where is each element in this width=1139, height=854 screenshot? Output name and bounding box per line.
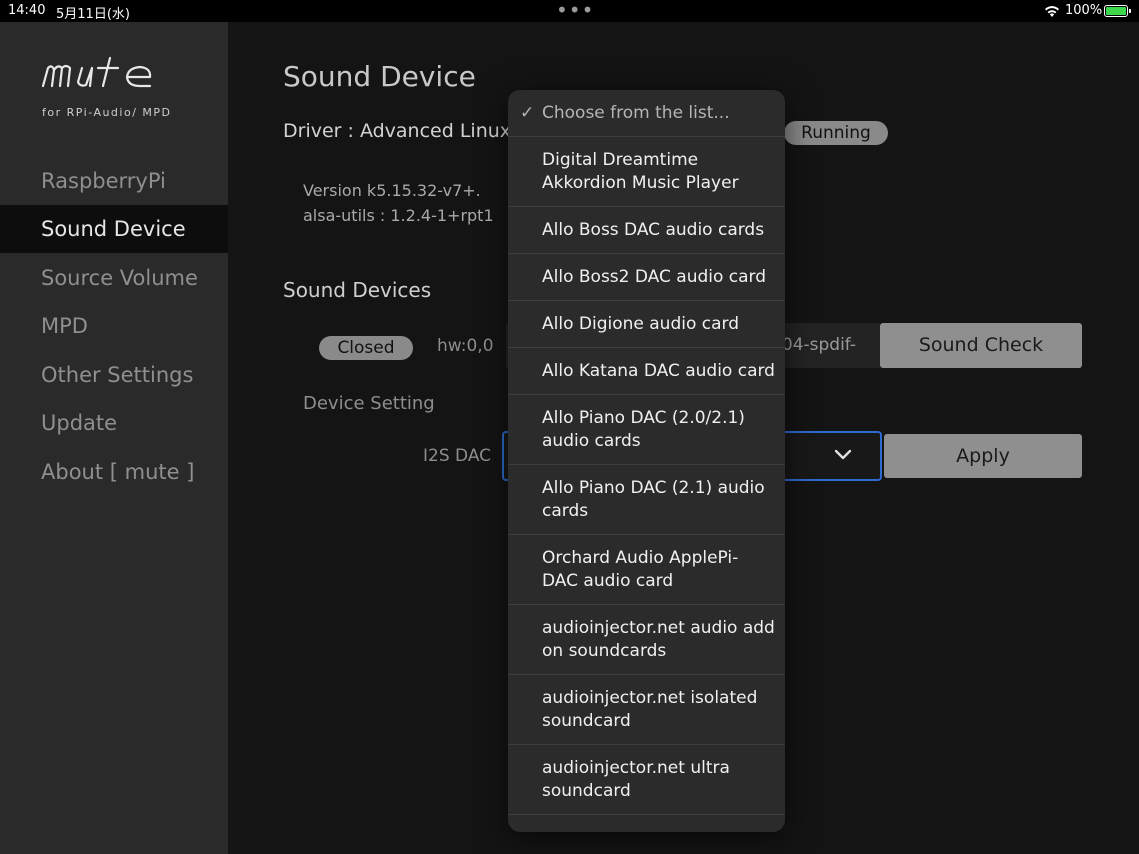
option-label: on soundcards: [542, 640, 667, 661]
option-label: DAC audio card: [542, 570, 674, 591]
status-date: 5月11日(水): [56, 7, 130, 22]
sound-devices-heading: Sound Devices: [283, 278, 432, 302]
sidebar-item-mpd[interactable]: MPD: [0, 302, 228, 350]
i2s-dac-label: I2S DAC: [423, 446, 492, 466]
option-label: Orchard Audio ApplePi-: [542, 547, 739, 568]
dropdown-option[interactable]: audioinjector.net ultra soundcard: [508, 745, 785, 815]
version-line: Version k5.15.32-v7+.: [303, 181, 481, 200]
dropdown-option[interactable]: Allo Katana DAC audio card: [508, 348, 785, 395]
page-title: Sound Device: [283, 60, 476, 93]
closed-status-badge: Closed: [319, 336, 413, 360]
option-label: audioinjector.net isolated: [542, 687, 758, 708]
dropdown-option[interactable]: audioinjector.net isolated soundcard: [508, 675, 785, 745]
version-info: Version k5.15.32-v7+. alsa-utils : 1.2.4…: [303, 178, 494, 228]
sidebar-item-update[interactable]: Update: [0, 399, 228, 447]
sound-check-button[interactable]: Sound Check: [880, 323, 1082, 368]
status-bar: 14:40 5月11日(水) ••• 100%: [0, 0, 1139, 22]
dropdown-option[interactable]: Allo Boss2 DAC audio card: [508, 254, 785, 301]
dropdown-option[interactable]: Orchard Audio ApplePi- DAC audio card: [508, 535, 785, 605]
option-label: audio cards: [542, 430, 641, 451]
sidebar-item-about[interactable]: About [ mute ]: [0, 448, 228, 496]
dropdown-option[interactable]: Allo Boss DAC audio cards: [508, 207, 785, 254]
dac-dropdown-list: ✓ Choose from the list... Digital Dreamt…: [508, 90, 785, 832]
multitasking-dots[interactable]: •••: [556, 0, 594, 22]
option-label: audioinjector.net audio add: [542, 617, 775, 638]
checkmark-icon: ✓: [520, 102, 535, 123]
mute-logo: [41, 56, 152, 88]
running-status-badge: Running: [784, 121, 888, 145]
option-label: Allo Boss2 DAC audio card: [542, 266, 767, 287]
dropdown-option[interactable]: Allo Piano DAC (2.1) audio cards: [508, 465, 785, 535]
battery-percent: 100%: [1065, 3, 1103, 18]
option-label: Choose from the list...: [542, 102, 730, 123]
sidebar-item-other-settings[interactable]: Other Settings: [0, 351, 228, 399]
option-label: Allo Boss DAC audio cards: [542, 219, 765, 240]
option-label: audioinjector.net ultra: [542, 757, 730, 778]
alsa-version-line: alsa-utils : 1.2.4-1+rpt1: [303, 206, 494, 225]
option-label: soundcard: [542, 710, 631, 731]
sound-device-name: 04-spdif-: [781, 335, 856, 355]
dropdown-option[interactable]: audioinjector.net audio add on soundcard…: [508, 605, 785, 675]
battery-icon: [1104, 5, 1131, 17]
wifi-icon: [1045, 6, 1059, 17]
option-label: cards: [542, 500, 589, 521]
option-label: Akkordion Music Player: [542, 172, 739, 193]
apply-button[interactable]: Apply: [884, 434, 1082, 478]
dropdown-option-selected[interactable]: ✓ Choose from the list...: [508, 90, 785, 137]
sidebar: for RPi-Audio/ MPD RaspberryPi Sound Dev…: [0, 22, 228, 854]
dropdown-option[interactable]: Allo Piano DAC (2.0/2.1) audio cards: [508, 395, 785, 465]
option-label: Allo Piano DAC (2.0/2.1): [542, 407, 745, 428]
chevron-down-icon: [834, 449, 852, 460]
option-label: Allo Piano DAC (2.1) audio: [542, 477, 765, 498]
status-time: 14:40: [8, 3, 46, 18]
sidebar-item-raspberrypi[interactable]: RaspberryPi: [0, 157, 228, 205]
device-setting-label: Device Setting: [303, 393, 435, 414]
logo-subtitle: for RPi-Audio/ MPD: [42, 106, 172, 119]
option-label: soundcard: [542, 780, 631, 801]
sidebar-item-source-volume[interactable]: Source Volume: [0, 254, 228, 302]
driver-label: Driver : Advanced Linux: [283, 120, 512, 142]
hw-id-label: hw:0,0: [437, 336, 494, 356]
option-label: Digital Dreamtime: [542, 149, 699, 170]
dropdown-option[interactable]: Allo Digione audio card: [508, 301, 785, 348]
option-label: Allo Digione audio card: [542, 313, 740, 334]
sidebar-item-sound-device[interactable]: Sound Device: [0, 205, 228, 253]
dropdown-option[interactable]: Digital Dreamtime Akkordion Music Player: [508, 137, 785, 207]
option-label: Allo Katana DAC audio card: [542, 360, 775, 381]
dropdown-option-partial[interactable]: [508, 815, 785, 832]
